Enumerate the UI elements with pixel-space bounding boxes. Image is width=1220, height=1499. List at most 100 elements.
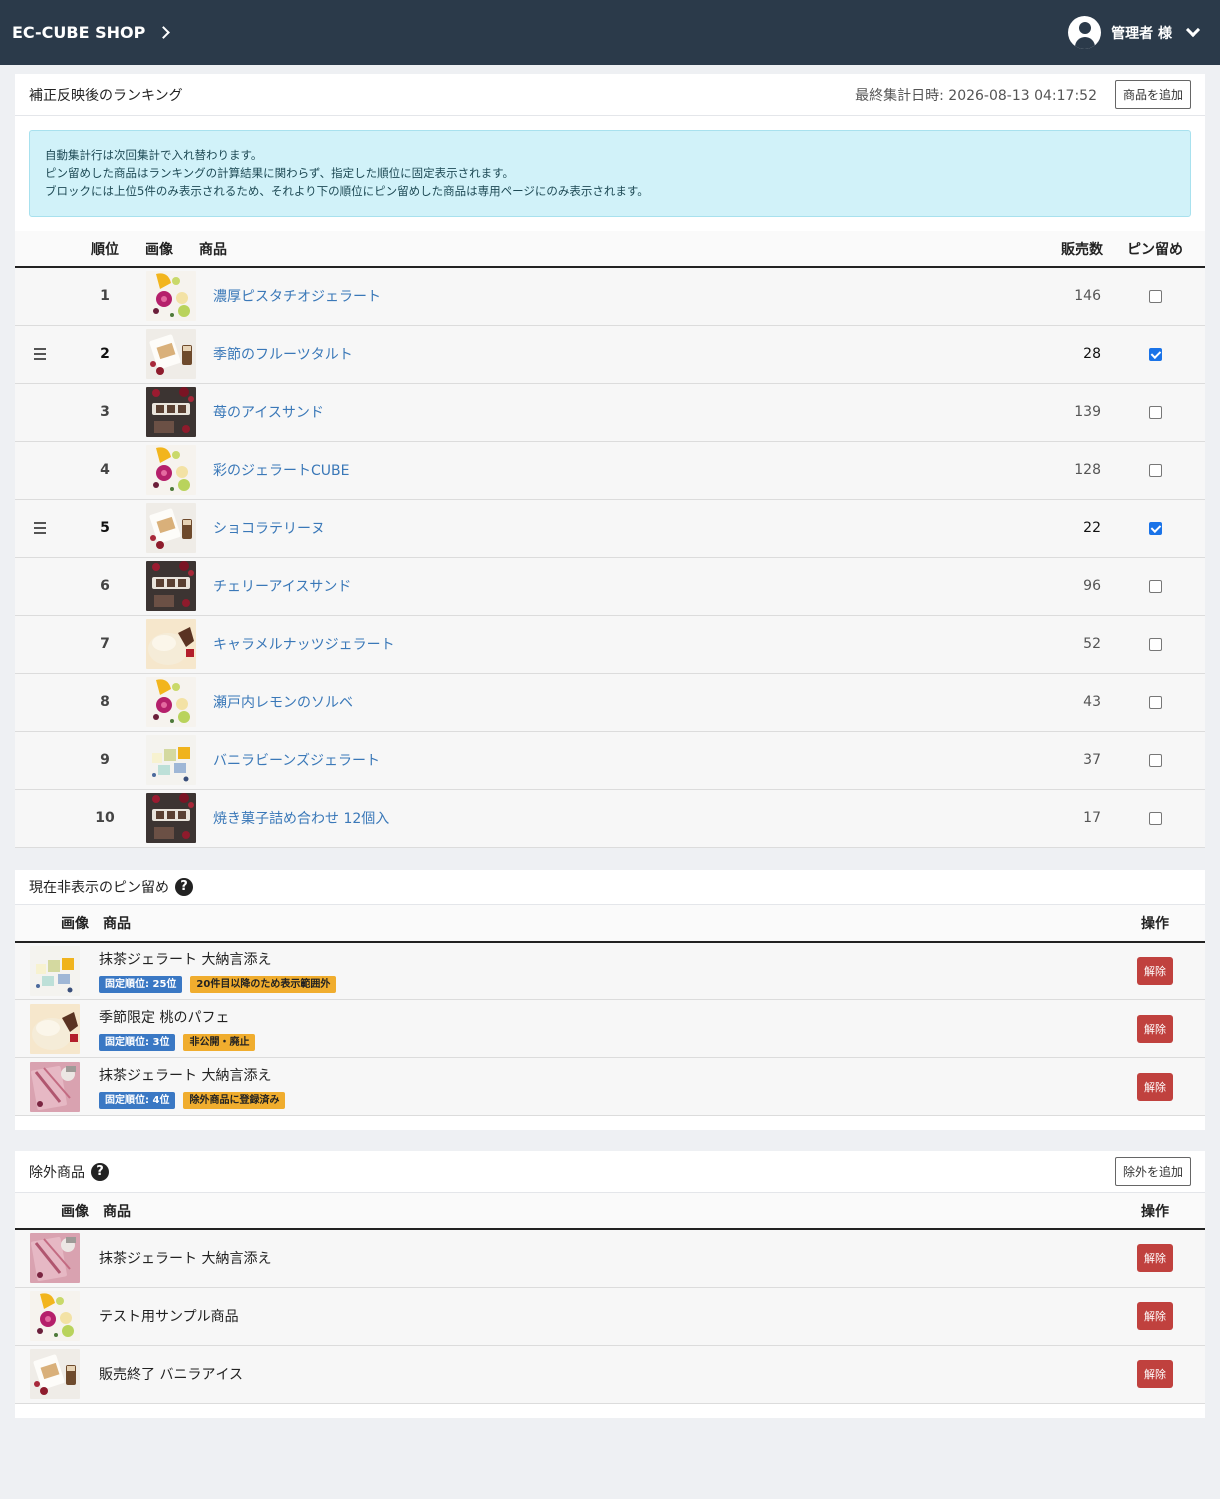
pin-checkbox[interactable] [1148,695,1162,709]
table-row: 4 彩のジェラートCUBE 128 [15,441,1205,500]
product-thumbnail [146,735,196,785]
product-thumbnail [146,445,196,495]
brand-name: EC-CUBE SHOP [12,23,146,42]
drag-handle-icon[interactable] [34,348,46,360]
ranking-card-header: 補正反映後のランキング 最終集計日時: 2026-08-13 04:17:52 … [15,74,1205,116]
product-link[interactable]: 苺のアイスサンド [213,405,324,421]
drag-cell [15,673,65,732]
col-image: 画像 [15,1193,89,1230]
product-name: テスト用サンプル商品 [99,1309,239,1325]
sales-count: 43 [995,673,1105,732]
add-exclusion-button[interactable]: 除外を追加 [1114,1157,1191,1186]
product-thumbnail [146,271,196,321]
help-icon[interactable]: ? [175,877,193,896]
add-product-button[interactable]: 商品を追加 [1114,80,1191,109]
fixed-rank-badge: 固定順位: 3位 [99,1033,176,1051]
sales-count: 139 [995,383,1105,442]
ranking-title: 補正反映後のランキング [29,87,183,104]
pin-checkbox[interactable] [1148,637,1162,651]
product-link[interactable]: 季節のフルーツタルト [213,347,353,363]
chevron-right-icon [157,26,171,39]
last-aggregated-text: 最終集計日時: 2026-08-13 04:17:52 [855,87,1097,104]
fixed-rank-badge: 固定順位: 25位 [99,975,183,993]
brand-link[interactable]: EC-CUBE SHOP [12,23,171,42]
avatar-icon [1068,16,1102,49]
release-button[interactable]: 解除 [1137,1302,1173,1330]
product-link[interactable]: 彩のジェラートCUBE [213,463,349,479]
pin-checkbox[interactable] [1148,347,1162,361]
release-button[interactable]: 解除 [1137,1360,1173,1388]
table-row: 6 チェリーアイスサンド 96 [15,557,1205,616]
table-row: 3 苺のアイスサンド 139 [15,383,1205,442]
product-link[interactable]: キャラメルナッツジェラート [213,637,395,653]
user-menu[interactable]: 管理者 様 [1068,16,1208,49]
drag-cell [15,731,65,790]
drag-handle-icon[interactable] [34,522,46,534]
table-row: 抹茶ジェラート 大納言添え 解除 [15,1229,1205,1288]
pin-checkbox[interactable] [1148,521,1162,535]
sales-count: 52 [995,615,1105,674]
table-row: 10 焼き菓子詰め合わせ 12個入 17 [15,789,1205,848]
product-thumbnail [146,677,196,727]
product-link[interactable]: 濃厚ピスタチオジェラート [213,289,381,305]
pin-checkbox[interactable] [1148,405,1162,419]
help-icon[interactable]: ? [91,1162,109,1181]
release-button[interactable]: 解除 [1137,956,1173,985]
col-sales: 販売数 [995,231,1105,268]
product-link[interactable]: チェリーアイスサンド [213,579,351,595]
product-link[interactable]: バニラビーンズジェラート [213,753,380,769]
rank-number: 2 [65,325,145,384]
product-name: 抹茶ジェラート 大納言添え [99,1251,272,1268]
rank-number: 5 [65,499,145,558]
product-thumbnail [146,503,196,553]
col-product: 商品 [199,231,995,268]
product-name: 抹茶ジェラート 大納言添え [99,1067,272,1084]
rank-number: 3 [65,383,145,442]
excluded-title: 除外商品 [29,1164,85,1181]
drag-cell [15,615,65,674]
product-link[interactable]: ショコラテリーヌ [213,521,325,537]
notice-line: ブロックには上位5件のみ表示されるため、それより下の順位にピン留めした商品は専用… [45,184,649,198]
drag-cell [15,267,65,326]
col-action: 操作 [1105,904,1205,943]
table-row: テスト用サンプル商品 解除 [15,1287,1205,1346]
hidden-pins-header: 現在非表示のピン留め ? [15,870,1205,905]
col-drag [15,231,65,268]
table-row: 2 季節のフルーツタルト 28 [15,325,1205,384]
release-button[interactable]: 解除 [1137,1244,1173,1273]
product-thumbnail [30,946,80,996]
pin-checkbox[interactable] [1148,579,1162,593]
release-button[interactable]: 解除 [1137,1072,1173,1101]
status-badge: 非公開・廃止 [183,1033,256,1051]
rank-number: 9 [65,731,145,790]
table-row: 5 ショコラテリーヌ 22 [15,499,1205,558]
drag-cell [15,789,65,848]
rank-number: 4 [65,441,145,500]
excluded-table: 画像 商品 操作 抹茶ジェラート 大納言添え 解除 テスト用サンプル商品 解除 販売終了… [15,1193,1205,1404]
notice-line: 自動集計行は次回集計で入れ替わります。 [45,148,263,162]
table-row: 9 バニラビーンズジェラート 37 [15,731,1205,790]
pin-checkbox[interactable] [1148,289,1162,303]
sales-count: 17 [995,789,1105,848]
table-row: 抹茶ジェラート 大納言添え 固定順位: 25位 20件目以降のため表示範囲外 解除 [15,941,1205,1000]
ranking-card: 補正反映後のランキング 最終集計日時: 2026-08-13 04:17:52 … [15,74,1205,848]
product-thumbnail [146,561,196,611]
table-row: 抹茶ジェラート 大納言添え 固定順位: 4位 除外商品に登録済み 解除 [15,1057,1205,1116]
rank-number: 8 [65,673,145,732]
product-thumbnail [146,793,196,843]
product-link[interactable]: 瀬戸内レモンのソルベ [213,695,353,711]
product-link[interactable]: 焼き菓子詰め合わせ 12個入 [213,811,389,827]
pin-checkbox[interactable] [1148,463,1162,477]
drag-cell [15,441,65,500]
drag-cell [15,383,65,442]
rank-number: 1 [65,267,145,326]
pin-checkbox[interactable] [1148,753,1162,767]
product-thumbnail [30,1291,80,1341]
fixed-rank-badge: 固定順位: 4位 [99,1091,176,1109]
rank-number: 7 [65,615,145,674]
table-row: 季節限定 桃のパフェ 固定順位: 3位 非公開・廃止 解除 [15,999,1205,1058]
pin-checkbox[interactable] [1148,811,1162,825]
release-button[interactable]: 解除 [1137,1014,1173,1043]
excluded-card: 除外商品 ? 除外を追加 画像 商品 操作 抹茶ジェラート 大納言添え 解除 テスト… [15,1151,1205,1418]
table-row: 販売終了 バニラアイス 解除 [15,1345,1205,1404]
